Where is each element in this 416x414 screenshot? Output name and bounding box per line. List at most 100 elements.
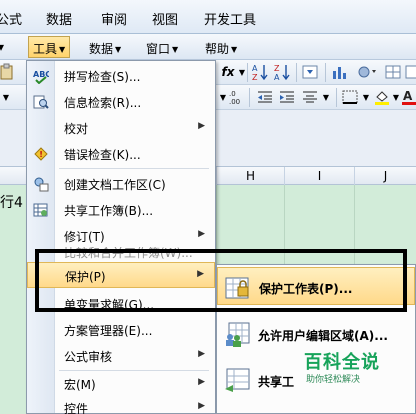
toolbar-separator bbox=[336, 88, 337, 107]
menubar-item-window[interactable]: 窗口 ▼ bbox=[146, 40, 178, 57]
toolbar-separator bbox=[249, 88, 250, 107]
svg-text:Z: Z bbox=[274, 64, 280, 73]
protect-shared-workbook-icon bbox=[223, 367, 251, 393]
menubar-item-tools[interactable]: 工具 ▼ bbox=[28, 36, 71, 58]
menu-item-label: 创建文档工作区(C) bbox=[64, 178, 166, 192]
svg-text:.00: .00 bbox=[229, 98, 240, 106]
menu-item-label: 共享工作簿(B)... bbox=[64, 204, 154, 218]
function-label: fx bbox=[221, 65, 235, 79]
menu-item-label: 校对 bbox=[64, 122, 89, 136]
menu-item-label: 修订(T) bbox=[64, 230, 105, 244]
menu-item-controls[interactable]: 控件 ▶ bbox=[27, 395, 215, 414]
ribbon-tab-formulas[interactable]: 公式 bbox=[0, 9, 22, 28]
svg-text:A: A bbox=[274, 73, 280, 81]
ribbon-tab-data[interactable]: 数据 bbox=[46, 9, 72, 28]
svg-text:A: A bbox=[252, 64, 258, 73]
chevron-down-icon[interactable]: ▼ bbox=[218, 88, 228, 107]
share-workbook-icon bbox=[33, 202, 49, 218]
column-header-h[interactable]: H bbox=[216, 167, 284, 185]
borders-icon[interactable] bbox=[340, 88, 360, 107]
watermark-subtitle: 助你轻松解决 bbox=[306, 375, 361, 385]
allow-edit-ranges-icon bbox=[223, 321, 251, 347]
ribbon-tab-view[interactable]: 视图 bbox=[152, 9, 178, 28]
column-header-j[interactable]: J bbox=[354, 167, 416, 185]
menubar-tools-label: 工具 bbox=[33, 42, 58, 56]
chart-icon[interactable] bbox=[330, 63, 350, 82]
research-icon bbox=[33, 94, 49, 110]
paste-icon[interactable] bbox=[0, 63, 14, 82]
filter-icon[interactable] bbox=[300, 63, 320, 82]
chevron-down-icon[interactable]: ▼ bbox=[0, 88, 12, 107]
menu-item-formula-auditing[interactable]: 公式审核 ▶ bbox=[27, 343, 215, 369]
error-check-icon: ! bbox=[33, 146, 49, 162]
fill-color-icon[interactable] bbox=[372, 88, 392, 107]
decrease-decimal-icon[interactable]: .0.00 bbox=[228, 88, 242, 107]
highlight-annotation bbox=[35, 249, 407, 312]
column-header-i[interactable]: I bbox=[284, 167, 354, 185]
menu-item-spell-check[interactable]: ABC 拼写检查(S)... bbox=[27, 63, 215, 89]
merge-center-icon[interactable] bbox=[300, 88, 320, 107]
tools-menu: ABC 拼写检查(S)... 信息检索(R)... 校对 ▶ ! 错误检查(K)… bbox=[26, 60, 216, 414]
menu-item-share-workbook[interactable]: 共享工作簿(B)... bbox=[27, 197, 215, 223]
menu-item-label: 拼写检查(S)... bbox=[64, 70, 141, 84]
chevron-down-icon: ▼ bbox=[172, 45, 179, 54]
menu-item-label: 方案管理器(E)... bbox=[64, 324, 153, 338]
chevron-down-icon: ▼ bbox=[231, 45, 238, 54]
chevron-down-icon[interactable]: ▼ bbox=[362, 88, 370, 107]
menu-item-scenario-manager[interactable]: 方案管理器(E)... bbox=[27, 317, 215, 343]
ribbon-tab-strip: 公式 数据 审阅 视图 开发工具 bbox=[0, 0, 416, 34]
menu-item-label: 公式审核 bbox=[64, 350, 113, 364]
sort-descending-icon[interactable]: ZA bbox=[272, 63, 292, 82]
toolbar-separator bbox=[296, 63, 297, 82]
chevron-down-icon[interactable]: ▼ bbox=[238, 63, 246, 82]
ribbon-tab-developer[interactable]: 开发工具 bbox=[204, 9, 256, 28]
chevron-down-icon: ▼ bbox=[59, 45, 66, 54]
watermark-title: 百科全说 bbox=[304, 352, 380, 373]
spell-check-icon: ABC bbox=[33, 68, 51, 85]
svg-text:.0: .0 bbox=[229, 90, 236, 98]
cell-text: 行4 bbox=[0, 195, 23, 211]
insert-function-button[interactable]: fx bbox=[218, 63, 238, 82]
chevron-down-icon[interactable]: ▼ bbox=[392, 88, 400, 107]
toolbar-separator bbox=[325, 63, 326, 82]
menu-item-label: 错误检查(K)... bbox=[64, 148, 141, 162]
menu-item-label: 宏(M) bbox=[64, 378, 96, 392]
menubar-item-data[interactable]: 数据 ▼ bbox=[89, 40, 121, 57]
increase-indent-icon[interactable] bbox=[277, 88, 297, 107]
submenu-arrow-icon: ▶ bbox=[198, 377, 205, 387]
submenu-arrow-icon: ▶ bbox=[198, 401, 205, 411]
decrease-indent-icon[interactable] bbox=[255, 88, 275, 107]
toolbar-separator bbox=[247, 63, 248, 82]
chevron-down-icon: ▼ bbox=[115, 45, 122, 54]
menu-item-macro[interactable]: 宏(M) ▶ bbox=[27, 371, 215, 397]
menubar-data-label: 数据 bbox=[89, 42, 114, 56]
ribbon-tab-review[interactable]: 审阅 bbox=[101, 9, 127, 28]
submenu-arrow-icon: ▶ bbox=[198, 349, 205, 359]
svg-text:A: A bbox=[403, 89, 413, 103]
menubar-item-help[interactable]: 帮助 ▼ bbox=[205, 40, 237, 57]
svg-text:!: ! bbox=[39, 150, 43, 159]
font-color-icon[interactable]: A bbox=[402, 88, 416, 107]
menu-item-create-workspace[interactable]: 创建文档工作区(C) bbox=[27, 171, 215, 197]
menubar-window-label: 窗口 bbox=[146, 42, 171, 56]
document-workspace-icon bbox=[33, 176, 49, 192]
toolbar-overflow-icon[interactable] bbox=[405, 63, 416, 82]
menu-item-proofing[interactable]: 校对 ▶ bbox=[27, 115, 215, 141]
menubar-item-cut[interactable]: ▾ bbox=[0, 40, 8, 54]
menu-item-track-changes[interactable]: 修订(T) ▶ bbox=[27, 223, 215, 249]
drawing-icon[interactable] bbox=[354, 63, 380, 82]
menu-item-label: 控件 bbox=[64, 402, 89, 414]
menu-item-research[interactable]: 信息检索(R)... bbox=[27, 89, 215, 115]
zoom-icon[interactable] bbox=[383, 63, 403, 82]
menu-item-label: 允许用户编辑区域(A)... bbox=[258, 329, 388, 343]
svg-text:Z: Z bbox=[252, 73, 258, 81]
watermark-logo: 百科全说 助你轻松解决 bbox=[284, 344, 394, 390]
menu-separator bbox=[59, 168, 209, 169]
chevron-down-icon[interactable]: ▼ bbox=[322, 88, 330, 107]
menu-bar: ▾ 工具 ▼ 数据 ▼ 窗口 ▼ 帮助 ▼ bbox=[0, 34, 416, 60]
submenu-arrow-icon: ▶ bbox=[198, 229, 205, 239]
menu-item-error-check[interactable]: ! 错误检查(K)... bbox=[27, 141, 215, 167]
submenu-arrow-icon: ▶ bbox=[198, 121, 205, 131]
menu-item-label: 信息检索(R)... bbox=[64, 96, 142, 110]
sort-ascending-icon[interactable]: AZ bbox=[250, 63, 270, 82]
